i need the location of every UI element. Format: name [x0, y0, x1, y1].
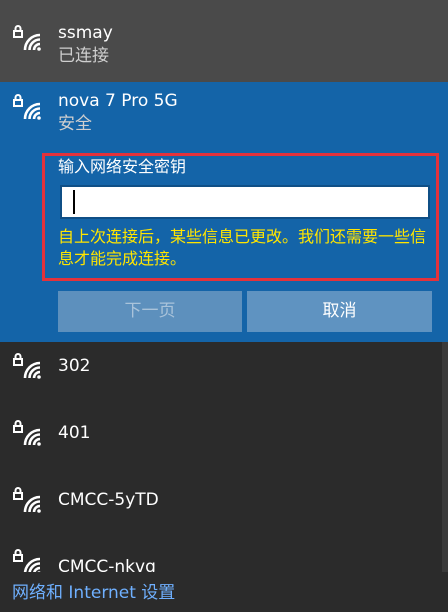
- network-name: 401: [58, 423, 91, 443]
- network-settings-link[interactable]: 网络和 Internet 设置: [12, 583, 175, 603]
- network-name: nova 7 Pro 5G: [58, 91, 178, 111]
- security-key-label: 输入网络安全密钥: [58, 157, 187, 176]
- connection-warning-text: 自上次连接后，某些信息已更改。我们还需要一些信息才能完成连接。: [58, 227, 427, 268]
- wifi-secured-icon: [13, 25, 41, 51]
- wifi-secured-icon: [13, 487, 41, 513]
- next-button[interactable]: 下一页: [58, 291, 242, 332]
- security-key-input[interactable]: [60, 185, 430, 219]
- cancel-button[interactable]: 取消: [247, 291, 432, 332]
- network-name: ssmay: [58, 23, 113, 43]
- wifi-secured-icon: [13, 353, 41, 379]
- wifi-secured-icon: [13, 94, 41, 120]
- network-status: 已连接: [58, 46, 109, 66]
- wifi-secured-icon: [13, 420, 41, 446]
- text-caret: [73, 190, 75, 214]
- network-name: 302: [58, 356, 91, 376]
- network-status: 安全: [58, 114, 92, 134]
- network-name: CMCC-5yTD: [58, 490, 159, 510]
